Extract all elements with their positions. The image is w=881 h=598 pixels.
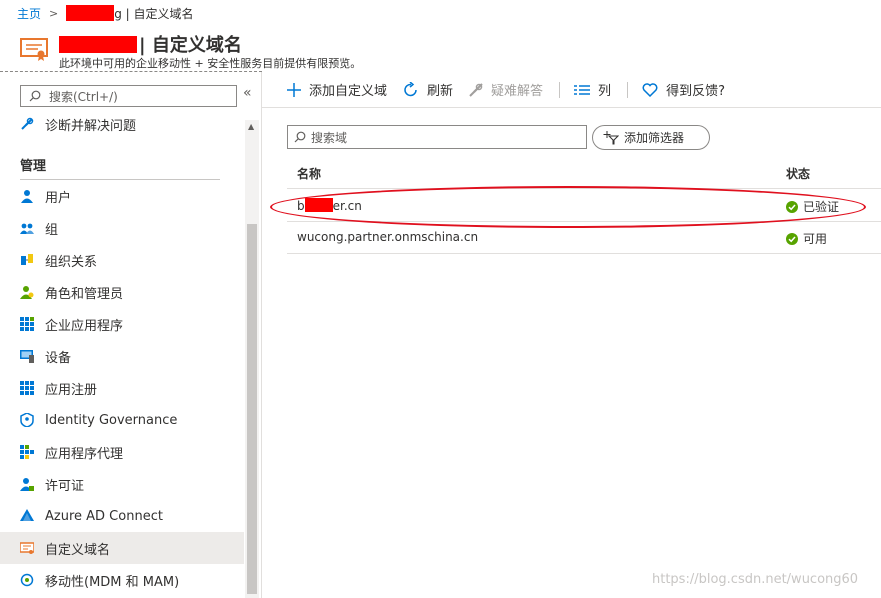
page-title: | 自定义域名 bbox=[59, 31, 242, 57]
troubleshoot-button[interactable]: 疑难解答 bbox=[469, 80, 543, 99]
roles-icon bbox=[20, 285, 34, 299]
sidebar-item-label: 设备 bbox=[45, 350, 72, 366]
add-filter-label: 添加筛选器 bbox=[624, 131, 685, 145]
domain-name[interactable]: wucong.partner.onmschina.cn bbox=[297, 230, 478, 244]
org-relations-icon bbox=[20, 253, 34, 267]
add-custom-domain-button[interactable]: 添加自定义域 bbox=[287, 80, 387, 99]
domain-search-placeholder: 搜索域 bbox=[311, 130, 348, 145]
breadcrumb-current: g | 自定义域名 bbox=[114, 6, 194, 21]
azure-ad-connect-icon bbox=[20, 509, 34, 523]
columns-icon bbox=[574, 84, 591, 95]
columns-button[interactable]: 列 bbox=[574, 80, 611, 99]
toolbar-divider bbox=[559, 81, 561, 98]
sidebar-item-label: 用户 bbox=[45, 190, 72, 206]
sidebar-item-label: 自定义域名 bbox=[45, 542, 111, 558]
sidebar-item-diagnose[interactable]: 诊断并解决问题 bbox=[0, 108, 244, 140]
sidebar-item-label: Azure AD Connect bbox=[45, 508, 163, 524]
refresh-label: 刷新 bbox=[427, 84, 454, 99]
chevron-right-icon: > bbox=[49, 6, 59, 20]
wrench-icon bbox=[469, 82, 483, 97]
feedback-label: 得到反馈? bbox=[666, 84, 725, 99]
mobility-icon bbox=[20, 573, 34, 587]
wrench-icon bbox=[20, 117, 34, 131]
device-icon bbox=[20, 349, 34, 363]
sidebar-item-label: 应用程序代理 bbox=[45, 446, 124, 462]
troubleshoot-label: 疑难解答 bbox=[491, 84, 544, 99]
sidebar-item-roles[interactable]: 角色和管理员 bbox=[0, 276, 244, 308]
heart-icon bbox=[642, 82, 658, 97]
watermark: https://blog.csdn.net/wucong60 bbox=[652, 572, 859, 587]
sidebar-item-label: 企业应用程序 bbox=[45, 318, 124, 334]
sidebar-item-label: 应用注册 bbox=[45, 382, 98, 398]
redaction-block bbox=[66, 5, 115, 21]
sidebar-item-app-proxy[interactable]: 应用程序代理 bbox=[0, 436, 244, 468]
sidebar-item-app-registrations[interactable]: 应用注册 bbox=[0, 372, 244, 404]
sidebar-scrollbar[interactable]: ▲ bbox=[245, 120, 259, 598]
refresh-button[interactable]: 刷新 bbox=[403, 80, 453, 99]
scrollbar-thumb[interactable] bbox=[247, 224, 257, 594]
status-text: 可用 bbox=[803, 232, 828, 246]
sidebar-item-licenses[interactable]: 许可证 bbox=[0, 468, 244, 500]
sidebar-item-label: Identity Governance bbox=[45, 412, 178, 428]
sidebar-search-input[interactable]: 搜索(Ctrl+/) bbox=[20, 85, 237, 107]
toolbar-divider bbox=[627, 81, 629, 98]
sidebar-item-label: 许可证 bbox=[45, 478, 85, 494]
sidebar-item-devices[interactable]: 设备 bbox=[0, 340, 244, 372]
sidebar-item-azure-ad-connect[interactable]: Azure AD Connect bbox=[0, 500, 244, 532]
column-header-name[interactable]: 名称 bbox=[297, 165, 321, 182]
sidebar-item-identity-governance[interactable]: Identity Governance bbox=[0, 404, 244, 436]
certificate-icon bbox=[20, 36, 48, 62]
collapse-sidebar-button[interactable]: « bbox=[243, 85, 252, 101]
identity-governance-icon bbox=[20, 413, 34, 427]
check-circle-icon bbox=[786, 232, 798, 245]
sidebar-item-custom-domain-names[interactable]: 自定义域名 bbox=[0, 532, 244, 564]
user-icon bbox=[20, 189, 34, 203]
sidebar-item-label: 诊断并解决问题 bbox=[45, 118, 137, 134]
add-filter-icon bbox=[603, 130, 619, 144]
columns-label: 列 bbox=[598, 84, 612, 99]
page-header: | 自定义域名 此环境中可用的企业移动性 + 安全性服务目前提供有限预览。 bbox=[0, 26, 881, 72]
plus-icon bbox=[287, 82, 301, 97]
license-icon bbox=[20, 477, 34, 491]
sidebar-item-enterprise-apps[interactable]: 企业应用程序 bbox=[0, 308, 244, 340]
sidebar-item-label: 角色和管理员 bbox=[45, 286, 124, 302]
annotation-ellipse bbox=[270, 186, 866, 228]
breadcrumb: 主页 > g | 自定义域名 bbox=[0, 0, 881, 26]
page-subtitle: 此环境中可用的企业移动性 + 安全性服务目前提供有限预览。 bbox=[59, 57, 362, 70]
sidebar-item-label: 移动性(MDM 和 MAM) bbox=[45, 574, 180, 590]
apps-grid-icon bbox=[20, 317, 34, 331]
certificate-icon bbox=[20, 541, 34, 555]
group-icon bbox=[20, 221, 34, 235]
sidebar: 搜索(Ctrl+/) « 诊断并解决问题 管理 用户 组 组织关系 角色和管理员… bbox=[0, 72, 262, 598]
app-registration-icon bbox=[20, 381, 34, 395]
add-filter-button[interactable]: 添加筛选器 bbox=[592, 125, 710, 150]
search-icon bbox=[29, 90, 41, 102]
sidebar-item-label: 组 bbox=[45, 222, 59, 238]
sidebar-search-placeholder: 搜索(Ctrl+/) bbox=[49, 89, 118, 104]
sidebar-item-label: 组织关系 bbox=[45, 254, 98, 270]
app-proxy-icon bbox=[20, 445, 34, 459]
scroll-up-icon[interactable]: ▲ bbox=[248, 122, 254, 131]
command-bar: 添加自定义域 刷新 疑难解答 列 得到反馈? bbox=[262, 72, 881, 108]
page-title-text: | 自定义域名 bbox=[139, 35, 242, 56]
sidebar-item-org-relations[interactable]: 组织关系 bbox=[0, 244, 244, 276]
feedback-button[interactable]: 得到反馈? bbox=[642, 80, 725, 99]
sidebar-item-users[interactable]: 用户 bbox=[0, 180, 244, 212]
sidebar-item-mobility[interactable]: 移动性(MDM 和 MAM) bbox=[0, 564, 244, 596]
section-title-manage: 管理 bbox=[20, 159, 47, 174]
refresh-icon bbox=[404, 81, 417, 96]
domain-search-input[interactable]: 搜索域 bbox=[287, 125, 587, 149]
column-header-status[interactable]: 状态 bbox=[786, 165, 810, 182]
redaction-block bbox=[59, 35, 137, 53]
status-badge: 可用 bbox=[786, 230, 827, 247]
breadcrumb-home-link[interactable]: 主页 bbox=[17, 5, 41, 22]
add-custom-domain-label: 添加自定义域 bbox=[309, 84, 388, 99]
search-icon bbox=[294, 131, 306, 143]
sidebar-item-groups[interactable]: 组 bbox=[0, 212, 244, 244]
